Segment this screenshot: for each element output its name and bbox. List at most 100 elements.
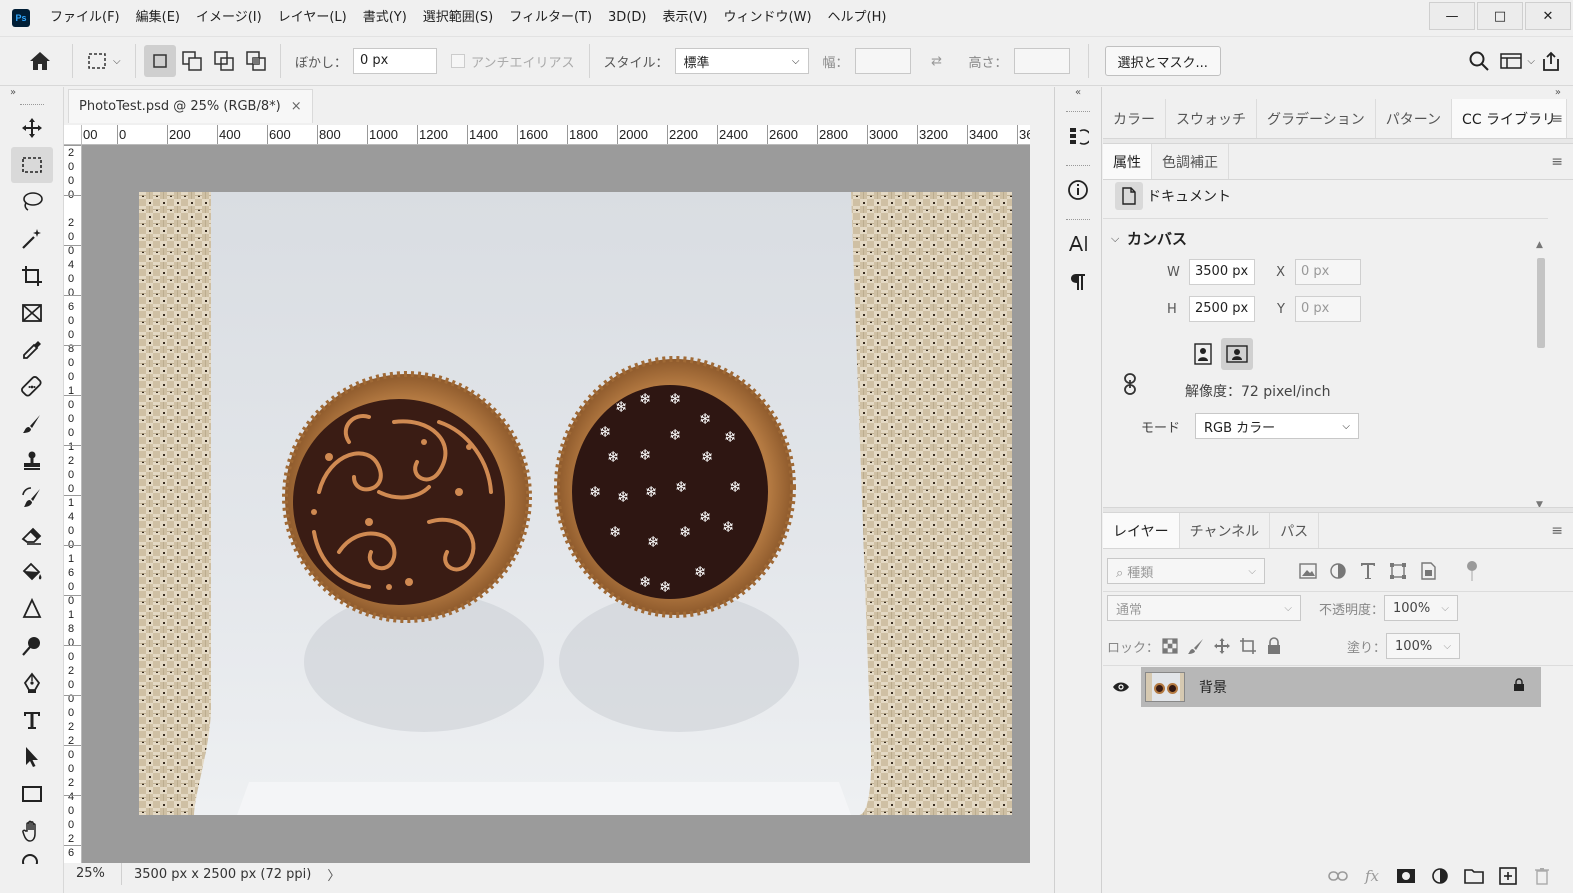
ruler-corner[interactable] (64, 125, 82, 145)
canvas-width-field[interactable]: 3500 px (1189, 259, 1255, 285)
maximize-button[interactable]: □ (1477, 2, 1523, 30)
history-panel-icon[interactable] (1060, 119, 1096, 153)
menu-window[interactable]: ウィンドウ(W) (716, 0, 820, 36)
magic-wand-tool-icon[interactable] (11, 221, 53, 257)
info-panel-icon[interactable] (1060, 173, 1096, 207)
tab-properties[interactable]: 属性 (1103, 144, 1152, 179)
width-input[interactable] (854, 48, 911, 74)
menu-file[interactable]: ファイル(F) (42, 0, 128, 36)
menu-filter[interactable]: フィルター(T) (501, 0, 600, 36)
ruler-top[interactable]: 00 0 200 400 600 800 1000 1200 1400 1600 1800 2000 2… (82, 125, 1030, 145)
minimize-button[interactable]: — (1429, 2, 1475, 30)
visibility-eye-icon[interactable] (1103, 667, 1139, 707)
canvas-y-field[interactable]: 0 px (1295, 296, 1361, 322)
mode-select[interactable]: RGB カラー ⌵ (1195, 413, 1359, 439)
tab-paths[interactable]: パス (1270, 513, 1320, 548)
paint-bucket-tool-icon[interactable] (11, 554, 53, 590)
menu-select[interactable]: 選択範囲(S) (415, 0, 501, 36)
close-button[interactable]: ✕ (1525, 2, 1571, 30)
tab-channels[interactable]: チャンネル (1180, 513, 1271, 548)
tab-gradients[interactable]: グラデーション (1257, 99, 1376, 138)
canvas-section-header[interactable]: ⌵ カンバス (1111, 228, 1187, 249)
new-group-icon[interactable] (1463, 865, 1485, 887)
scroll-up-icon[interactable]: ▲ (1536, 240, 1543, 250)
menu-type[interactable]: 書式(Y) (355, 0, 415, 36)
fill-field[interactable]: 100% ⌵ (1386, 633, 1461, 659)
tab-adjustments[interactable]: 色調補正 (1152, 144, 1229, 179)
feather-input[interactable]: 0 px (353, 48, 438, 74)
healing-brush-tool-icon[interactable] (11, 369, 53, 405)
blend-mode-select[interactable]: 通常 ⌵ (1107, 595, 1301, 621)
link-icon[interactable] (1121, 372, 1139, 400)
rect-marquee-tool-icon[interactable] (10, 147, 53, 183)
paragraph-panel-icon[interactable] (1060, 265, 1096, 299)
hand-tool-icon[interactable] (11, 813, 53, 849)
zoom-tool-icon[interactable] (11, 850, 53, 864)
canvas-area[interactable]: ❄ ❄ ❄ ❄ ❄ ❄ ❄ ❄ ❄ ❄ ❄ ❄ ❄ ❄ ❄ ❄ ❄ ❄ ❄ ❄ ❄ ❄ ❄ (82, 145, 1030, 863)
photo-canvas[interactable]: ❄ ❄ ❄ ❄ ❄ ❄ ❄ ❄ ❄ ❄ ❄ ❄ ❄ ❄ ❄ ❄ ❄ ❄ ❄ ❄ ❄ ❄ ❄ (139, 192, 1012, 815)
new-layer-icon[interactable] (1497, 865, 1519, 887)
properties-scrollbar[interactable]: ▲ ▼ (1534, 240, 1548, 510)
lock-position-icon[interactable] (1211, 635, 1233, 657)
add-selection-icon[interactable] (176, 45, 208, 77)
select-and-mask-button[interactable]: 選択とマスク... (1104, 46, 1221, 76)
character-panel-icon[interactable] (1060, 227, 1096, 261)
canvas-x-field[interactable]: 0 px (1295, 259, 1361, 285)
clone-stamp-tool-icon[interactable] (11, 443, 53, 479)
portrait-icon[interactable] (1189, 340, 1217, 368)
tab-color[interactable]: カラー (1103, 99, 1166, 138)
pen-tool-icon[interactable] (11, 665, 53, 701)
lock-artboard-icon[interactable] (1237, 635, 1259, 657)
style-select[interactable]: 標準 ⌵ (674, 48, 809, 74)
panel-menu-icon[interactable]: ≡ (1551, 111, 1563, 127)
menu-layer[interactable]: レイヤー(L) (270, 0, 355, 36)
fx-icon[interactable]: fx (1361, 865, 1383, 887)
layer-kind-select[interactable]: ⌕ 種類 ⌵ (1107, 558, 1265, 584)
filter-toggle-icon[interactable] (1461, 560, 1483, 582)
swap-icon[interactable]: ⇄ (921, 45, 953, 77)
document-tab[interactable]: PhotoTest.psd @ 25% (RGB/8*) × (68, 89, 313, 123)
filter-pixel-icon[interactable] (1297, 560, 1319, 582)
lasso-tool-icon[interactable] (11, 184, 53, 220)
filter-smart-object-icon[interactable] (1417, 560, 1439, 582)
adjustment-layer-icon[interactable] (1429, 865, 1451, 887)
home-icon[interactable] (24, 45, 56, 77)
move-tool-icon[interactable] (11, 110, 53, 146)
tab-cc-libraries[interactable]: CC ライブラリ (1452, 99, 1568, 138)
tab-patterns[interactable]: パターン (1376, 99, 1453, 138)
menu-help[interactable]: ヘルプ(H) (820, 0, 895, 36)
scroll-thumb[interactable] (1537, 258, 1545, 348)
share-icon[interactable] (1535, 45, 1567, 77)
menu-edit[interactable]: 編集(E) (128, 0, 188, 36)
collapse-icon[interactable]: » (0, 87, 63, 99)
dodge-tool-icon[interactable] (11, 628, 53, 664)
ruler-left[interactable]: 2000200400600800100012001400160018002000… (64, 145, 82, 863)
tab-swatches[interactable]: スウォッチ (1166, 99, 1257, 138)
search-icon[interactable] (1463, 45, 1495, 77)
rect-marquee-preset-icon[interactable] (81, 45, 113, 77)
menu-3d[interactable]: 3D(D) (600, 0, 654, 36)
landscape-icon[interactable] (1221, 338, 1253, 370)
lock-pixels-icon[interactable] (1185, 635, 1207, 657)
tab-layers[interactable]: レイヤー (1103, 513, 1180, 548)
zoom-level[interactable]: 25% (64, 863, 122, 885)
menu-image[interactable]: イメージ(I) (188, 0, 270, 36)
rectangle-tool-icon[interactable] (11, 776, 53, 812)
history-brush-tool-icon[interactable] (11, 480, 53, 516)
workspace-icon[interactable] (1495, 45, 1527, 77)
status-menu-icon[interactable]: 〉 (327, 865, 340, 884)
new-selection-icon[interactable] (144, 45, 176, 77)
canvas-height-field[interactable]: 2500 px (1189, 296, 1255, 322)
vertical-scrollbar[interactable] (1030, 125, 1054, 863)
chevron-down-icon[interactable]: ⌵ (113, 56, 127, 67)
panel-menu-icon[interactable]: ≡ (1551, 154, 1563, 170)
crop-tool-icon[interactable] (11, 258, 53, 294)
height-input[interactable] (1013, 48, 1070, 74)
filter-adjustment-icon[interactable] (1327, 560, 1349, 582)
expand-icon[interactable]: « (1055, 87, 1101, 99)
layer-row-background[interactable]: 背景 (1141, 667, 1541, 707)
frame-tool-icon[interactable] (11, 295, 53, 331)
delete-layer-icon[interactable] (1531, 865, 1553, 887)
type-tool-icon[interactable] (11, 702, 53, 738)
subtract-selection-icon[interactable] (208, 45, 240, 77)
